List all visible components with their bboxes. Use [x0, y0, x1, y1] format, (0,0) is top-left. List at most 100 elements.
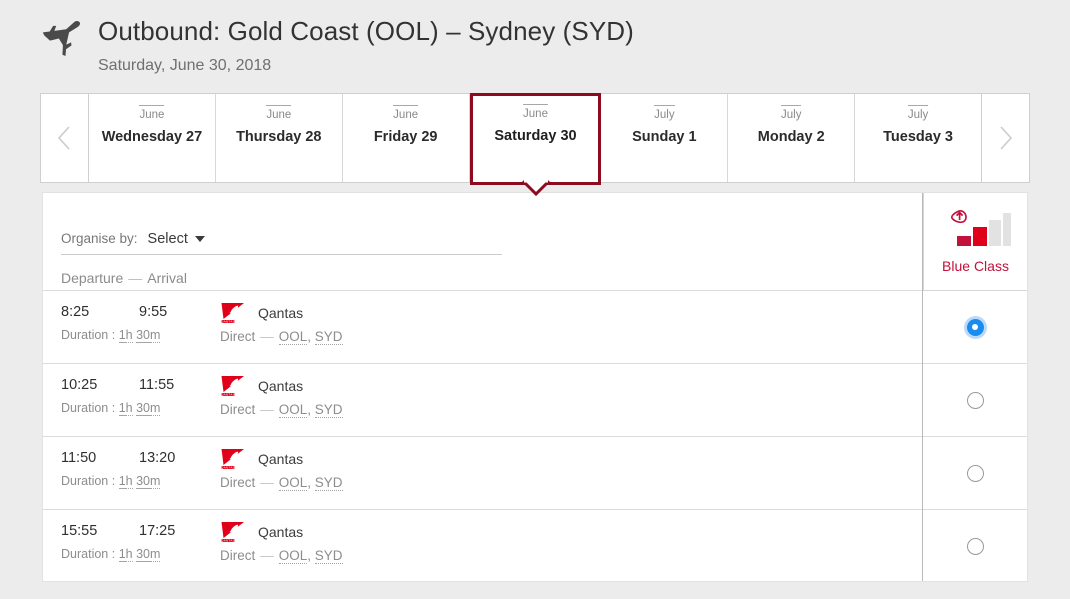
duration-hours-unit: h	[125, 474, 133, 489]
flight-times: 10:25 11:55 Duration : 1h 30m	[61, 376, 219, 436]
date-tab-month: July	[654, 105, 675, 122]
route-dash: —	[260, 329, 274, 344]
flight-route: Direct — OOL, SYD	[220, 548, 343, 564]
duration-hours-value: 1	[118, 401, 126, 416]
destination-code: SYD	[314, 329, 343, 345]
stops-label: Direct	[220, 402, 256, 417]
qantas-logo: QANTAS	[221, 303, 244, 324]
fare-select-radio-selected[interactable]	[966, 318, 984, 336]
destination-code: SYD	[314, 402, 343, 418]
departure-time: 15:55	[61, 523, 98, 539]
fare-select-radio[interactable]	[966, 391, 984, 409]
fare-class-cells	[923, 291, 1027, 583]
sort-dash: —	[128, 270, 143, 286]
departure-time: 10:25	[61, 377, 98, 393]
stops-label: Direct	[220, 475, 256, 490]
flight-results-panel: Organise by: Select Departure — Arrival 8:…	[42, 192, 1028, 582]
previous-dates-button[interactable]	[41, 94, 89, 182]
carrier-name: Qantas	[258, 451, 304, 467]
route-dash: —	[260, 475, 274, 490]
date-tab[interactable]: June Thursday 28	[215, 94, 343, 182]
fare-class-cell	[923, 510, 1027, 583]
duration-label: Duration :	[61, 328, 116, 342]
flight-route: Direct — OOL, SYD	[220, 329, 343, 345]
departure-time: 8:25	[61, 304, 90, 320]
duration-minutes-unit: m	[149, 328, 161, 343]
carrier-name: Qantas	[258, 305, 304, 321]
svg-text:QANTAS: QANTAS	[221, 393, 235, 397]
flight-times: 15:55 17:25 Duration : 1h 30m	[61, 522, 219, 583]
date-tab-day: Wednesday 27	[101, 129, 203, 145]
fare-class-header: Blue Class	[923, 193, 1027, 291]
arrival-time: 11:55	[139, 377, 175, 393]
qantas-logo: QANTAS	[221, 522, 244, 543]
duration-hours-value: 1	[118, 328, 126, 343]
date-selector-strip: June Wednesday 27 June Thursday 28 June Frida…	[40, 93, 1030, 197]
date-tab[interactable]: June Friday 29	[342, 94, 470, 182]
origin-code: OOL	[278, 402, 308, 418]
sort-by-departure[interactable]: Departure	[61, 270, 123, 286]
date-tab[interactable]: July Sunday 1	[601, 94, 729, 182]
next-dates-button[interactable]	[981, 94, 1029, 182]
date-tab-day: Thursday 28	[236, 129, 322, 145]
stops-label: Direct	[220, 329, 256, 344]
duration-label: Duration :	[61, 474, 116, 488]
date-tab[interactable]: June Wednesday 27	[89, 94, 216, 182]
qantas-logo: QANTAS	[221, 376, 244, 397]
duration-hours-unit: h	[125, 328, 133, 343]
fare-select-radio[interactable]	[966, 538, 984, 555]
arrival-time: 13:20	[139, 450, 176, 466]
sort-by-arrival[interactable]: Arrival	[147, 270, 187, 286]
duration-minutes-value: 30	[136, 328, 150, 343]
flight-duration: Duration : 1h 30m	[61, 473, 219, 490]
duration-hours-unit: h	[125, 401, 133, 416]
flight-row[interactable]: 8:25 9:55 Duration : 1h 30m QANTAS Qantas Dir…	[43, 291, 922, 364]
airplane-icon	[42, 21, 81, 56]
flight-duration: Duration : 1h 30m	[61, 546, 219, 563]
fare-class-column: Blue Class	[923, 193, 1027, 581]
flight-duration: Duration : 1h 30m	[61, 400, 219, 417]
duration-minutes-value: 30	[136, 474, 150, 489]
date-tab[interactable]: July Monday 2	[728, 94, 856, 182]
page-header: Outbound: Gold Coast (OOL) – Sydney (SYD…	[0, 0, 1070, 90]
flight-list-column: Organise by: Select Departure — Arrival 8:…	[43, 193, 923, 581]
organise-by-label: Organise by:	[61, 231, 138, 246]
flight-row[interactable]: 11:50 13:20 Duration : 1h 30m QANTAS Qantas D…	[43, 437, 922, 510]
page-title: Outbound: Gold Coast (OOL) – Sydney (SYD…	[98, 16, 634, 46]
duration-label: Duration :	[61, 547, 116, 561]
date-tab-day: Monday 2	[757, 129, 825, 145]
flight-times: 11:50 13:20 Duration : 1h 30m	[61, 449, 219, 509]
date-tab-day: Tuesday 3	[883, 129, 954, 145]
flight-row[interactable]: 10:25 11:55 Duration : 1h 30m QANTAS Qantas D…	[43, 364, 922, 437]
fare-class-cell	[923, 364, 1027, 437]
carrier-name: Qantas	[258, 378, 304, 394]
date-tab-month: July	[907, 105, 929, 122]
sort-row: Departure — Arrival	[61, 270, 922, 286]
date-tab-month: June	[266, 105, 292, 122]
arrival-time: 17:25	[139, 523, 176, 539]
route-dash: —	[260, 548, 274, 563]
duration-hours-value: 1	[118, 547, 126, 562]
fare-class-cell	[923, 291, 1027, 364]
duration-hours-unit: h	[125, 547, 133, 562]
flight-carrier: QANTAS Qantas Direct — OOL, SYD	[219, 303, 922, 363]
origin-code: OOL	[278, 475, 308, 491]
chevron-down-icon	[194, 236, 205, 242]
duration-minutes-value: 30	[136, 401, 150, 416]
flight-route: Direct — OOL, SYD	[220, 402, 343, 418]
fare-select-radio[interactable]	[966, 464, 984, 482]
flight-carrier: QANTAS Qantas Direct — OOL, SYD	[219, 376, 922, 436]
carrier-name: Qantas	[258, 524, 304, 540]
duration-minutes-unit: m	[149, 401, 161, 416]
qantas-logo: QANTAS	[221, 449, 244, 470]
duration-hours-value: 1	[118, 474, 126, 489]
flight-row[interactable]: 15:55 17:25 Duration : 1h 30m QANTAS Qantas D…	[43, 510, 922, 583]
duration-label: Duration :	[61, 401, 116, 415]
organise-by-value: Select	[147, 231, 188, 247]
date-tab-day: Saturday 30	[494, 128, 577, 144]
date-tab[interactable]: July Tuesday 3	[855, 94, 982, 182]
selected-tab-pointer	[521, 179, 550, 197]
organise-by-select[interactable]: Select	[148, 231, 205, 247]
date-tab-selected[interactable]: June Saturday 30	[469, 93, 602, 197]
svg-text:QANTAS: QANTAS	[221, 466, 235, 470]
